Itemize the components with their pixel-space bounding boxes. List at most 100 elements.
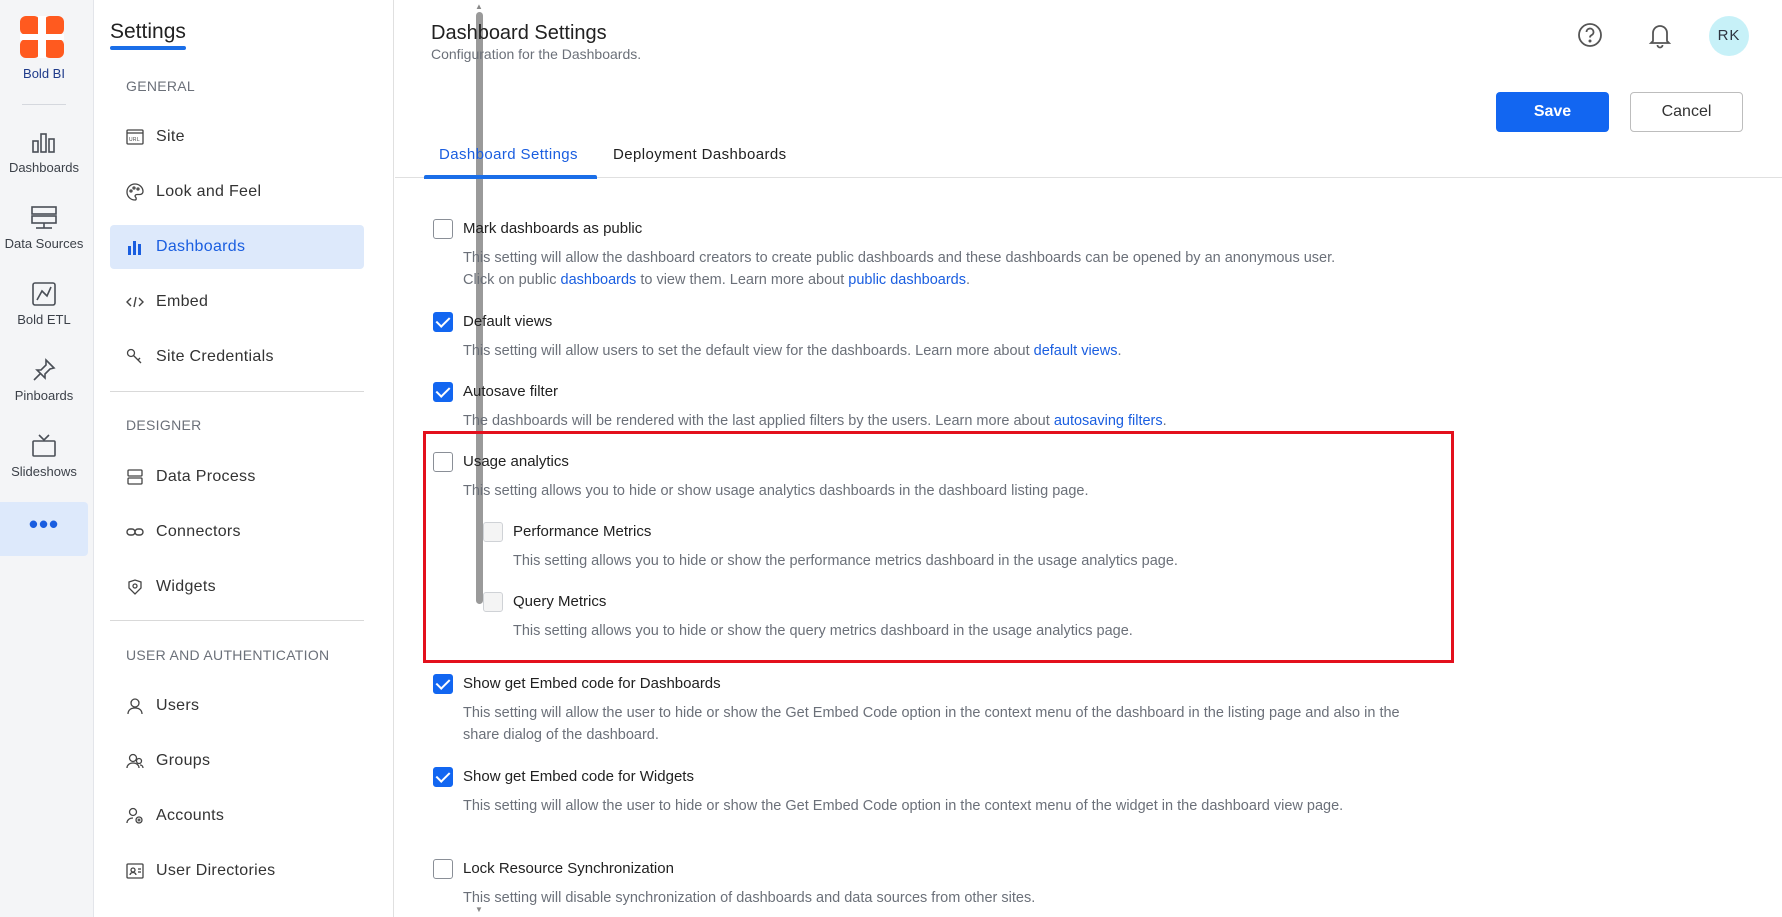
embed-dashboards-checkbox[interactable] — [433, 674, 453, 694]
tab-deployment-dashboards[interactable]: Deployment Dashboards — [613, 146, 787, 180]
directory-icon — [126, 863, 144, 879]
server-icon — [31, 206, 57, 229]
rail-item-slideshows[interactable]: Slideshows — [0, 434, 88, 504]
nav-item-users[interactable]: Users — [110, 684, 364, 728]
nav-item-connectors[interactable]: Connectors — [110, 510, 364, 554]
rail-label: Slideshows — [11, 464, 77, 479]
setting-description: This setting allows you to hide or show … — [513, 623, 1133, 639]
nav-item-user-directories[interactable]: User Directories — [110, 849, 364, 893]
etl-icon — [32, 282, 56, 306]
rail-item-bold-etl[interactable]: Bold ETL — [0, 282, 88, 352]
rail-label: Data Sources — [4, 236, 84, 251]
bell-icon[interactable] — [1645, 20, 1675, 50]
rail-item-pinboards[interactable]: Pinboards — [0, 358, 88, 428]
nav-divider — [110, 620, 364, 621]
main-content: Dashboard Settings Configuration for the… — [395, 0, 1782, 917]
default-views-checkbox[interactable] — [433, 312, 453, 332]
public-dashboards-link[interactable]: public dashboards — [848, 272, 966, 288]
nav-item-label: Dashboards — [156, 238, 246, 255]
active-tab-indicator — [424, 175, 597, 179]
nav-item-label: Site — [156, 128, 185, 145]
setting-label: Autosave filter — [463, 383, 559, 400]
nav-item-groups[interactable]: Groups — [110, 739, 364, 783]
cancel-button[interactable]: Cancel — [1630, 92, 1743, 132]
nav-item-dashboards[interactable]: Dashboards — [110, 225, 364, 269]
nav-item-label: Widgets — [156, 578, 216, 595]
desc-text: This setting will allow users to set the… — [463, 343, 1034, 359]
save-button[interactable]: Save — [1496, 92, 1609, 132]
palette-icon — [126, 183, 144, 201]
nav-section-designer: DESIGNER — [126, 417, 202, 433]
app-rail: Bold BI Dashboards Data Sources Bold ETL… — [0, 0, 94, 917]
setting-description: This setting will disable synchronizatio… — [463, 890, 1036, 906]
autosave-checkbox[interactable] — [433, 382, 453, 402]
setting-label: Default views — [463, 313, 553, 330]
rail-item-dashboards[interactable]: Dashboards — [0, 130, 88, 200]
setting-description: This setting will allow users to set the… — [463, 340, 1423, 362]
autosaving-filters-link[interactable]: autosaving filters — [1054, 413, 1163, 429]
bar-chart-icon — [32, 133, 55, 153]
code-icon — [126, 296, 144, 308]
database-icon — [127, 469, 143, 485]
setting-label: Show get Embed code for Dashboards — [463, 675, 721, 692]
nav-item-label: Embed — [156, 293, 209, 310]
nav-item-site-credentials[interactable]: Site Credentials — [110, 335, 364, 379]
widgets-icon — [128, 579, 142, 595]
more-icon[interactable]: ••• — [0, 502, 88, 556]
nav-divider — [110, 391, 364, 392]
setting-label: Lock Resource Synchronization — [463, 860, 674, 877]
nav-item-label: Groups — [156, 752, 211, 769]
avatar[interactable]: RK — [1709, 16, 1749, 56]
svg-text:URL: URL — [129, 137, 140, 143]
page-title: Dashboard Settings — [431, 22, 607, 44]
tv-icon — [32, 434, 56, 457]
settings-title-underline — [110, 46, 186, 50]
nav-item-label: User Directories — [156, 862, 276, 879]
rail-item-data-sources[interactable]: Data Sources — [0, 206, 88, 276]
setting-label: Mark dashboards as public — [463, 220, 643, 237]
settings-nav: Settings GENERAL URL Site Look and Feel … — [94, 0, 483, 917]
nav-item-label: Site Credentials — [156, 348, 274, 365]
nav-item-label: Accounts — [156, 807, 225, 824]
rail-label: Dashboards — [8, 160, 80, 175]
url-icon: URL — [126, 129, 144, 145]
nav-item-data-process[interactable]: Data Process — [110, 455, 364, 499]
nav-item-embed[interactable]: Embed — [110, 280, 364, 324]
setting-description: This setting will allow the user to hide… — [463, 705, 1400, 743]
setting-description: This setting allows you to hide or show … — [513, 553, 1178, 569]
query-metrics-checkbox[interactable] — [483, 592, 503, 612]
bold-bi-logo[interactable] — [20, 16, 64, 58]
rail-label: Bold ETL — [17, 312, 71, 327]
setting-description: This setting allows you to hide or show … — [463, 483, 1089, 499]
setting-label: Performance Metrics — [513, 523, 652, 540]
default-views-link[interactable]: default views — [1034, 343, 1118, 359]
usage-analytics-checkbox[interactable] — [433, 452, 453, 472]
group-icon — [126, 753, 144, 769]
user-icon — [127, 698, 143, 715]
settings-title: Settings — [110, 20, 186, 43]
setting-description: This setting will allow the user to hide… — [463, 798, 1344, 814]
desc-text: This setting will allow the dashboard cr… — [463, 250, 1336, 266]
account-icon — [126, 807, 143, 824]
desc-text: . — [1162, 413, 1167, 429]
page-subtitle: Configuration for the Dashboards. — [431, 46, 642, 62]
nav-item-widgets[interactable]: Widgets — [110, 565, 364, 609]
help-icon[interactable] — [1575, 20, 1605, 50]
nav-item-accounts[interactable]: Accounts — [110, 794, 364, 838]
bar-chart-icon — [128, 241, 141, 255]
nav-item-look-and-feel[interactable]: Look and Feel — [110, 170, 364, 214]
performance-metrics-checkbox[interactable] — [483, 522, 503, 542]
setting-label: Usage analytics — [463, 453, 569, 470]
lock-sync-checkbox[interactable] — [433, 859, 453, 879]
desc-text: . — [965, 272, 971, 288]
embed-widgets-checkbox[interactable] — [433, 767, 453, 787]
key-icon — [126, 348, 142, 364]
nav-item-label: Data Process — [156, 468, 256, 485]
desc-text: to view them. Learn more about — [636, 272, 849, 288]
public-checkbox[interactable] — [433, 219, 453, 239]
nav-section-general: GENERAL — [126, 78, 196, 94]
dashboards-link[interactable]: dashboards — [561, 272, 637, 288]
setting-label: Query Metrics — [513, 593, 607, 610]
nav-item-site[interactable]: URL Site — [110, 115, 364, 159]
tab-bar-border — [395, 177, 1782, 178]
